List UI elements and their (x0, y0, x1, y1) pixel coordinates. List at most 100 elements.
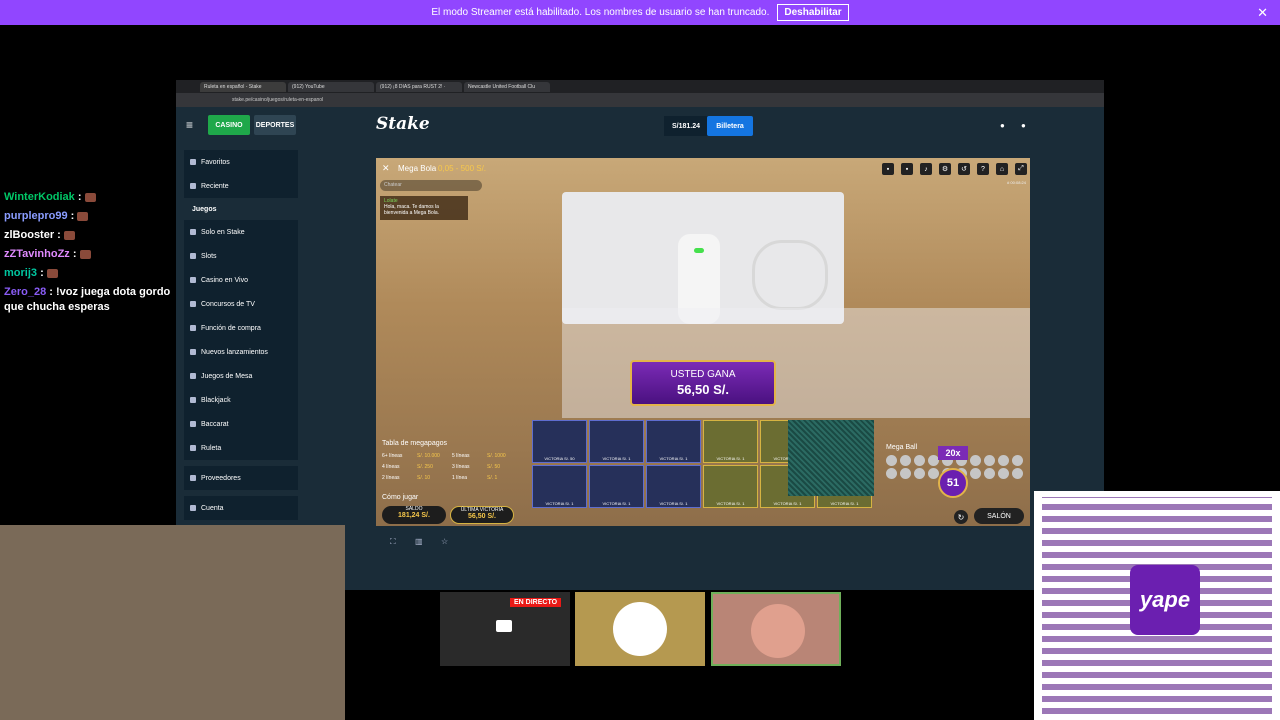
sidebar-item[interactable]: Baccarat (184, 412, 298, 436)
sidebar-item-providers[interactable]: Proveedores (184, 466, 298, 490)
sidebar-item-account[interactable]: Cuenta (184, 496, 298, 520)
game-icon (190, 301, 196, 307)
game-chat-input[interactable]: Chatear (380, 180, 482, 191)
sidebar-item[interactable]: Ruleta (184, 436, 298, 460)
participant-tile[interactable] (575, 592, 705, 666)
how-to-play-link[interactable]: Cómo jugar (382, 494, 418, 501)
sidebar-item[interactable]: Juegos de Mesa (184, 364, 298, 388)
tab-strip: Ruleta en español - Stake (912) YouTube … (176, 80, 1104, 93)
live-badge: EN DIRECTO (510, 598, 562, 607)
chat-overlay: WinterKodiak : purplepro99 : zlBooster :… (0, 188, 186, 317)
balance-pill: SALDO 181,24 S/. (382, 506, 446, 524)
chat-message: purplepro99 : (0, 207, 186, 226)
sidebar-item-label: Solo en Stake (201, 228, 245, 236)
chat-toggle-icon[interactable]: ▪ (882, 163, 894, 175)
participant-tile[interactable] (711, 592, 841, 666)
sidebar-item-label: Juegos de Mesa (201, 372, 253, 380)
sidebar-item-recent[interactable]: Reciente (184, 174, 298, 198)
yape-qr-code: yape (1034, 491, 1280, 720)
game-icon (190, 349, 196, 355)
screen-share-tile[interactable]: EN DIRECTO (440, 592, 570, 666)
bingo-card[interactable]: VICTORIA S/. 1 (646, 420, 701, 463)
chat-user: zlBooster (4, 229, 55, 241)
paytable: Tabla de megapagos 6+ líneas S/. 10.000 5… (382, 440, 522, 486)
paytable-title: Tabla de megapagos (382, 440, 447, 447)
sidebar-item[interactable]: Concursos de TV (184, 292, 298, 316)
win-label: USTED GANA (670, 369, 736, 380)
sidebar-item-label: Concursos de TV (201, 300, 255, 308)
emote-icon (46, 268, 58, 278)
sidebar-item[interactable]: Slots (184, 244, 298, 268)
paytable-lines: 2 líneas (382, 475, 400, 481)
game-header: ✕ Mega Bola 0,05 - 500 S/. ▪ ▪ ♪ ⚙ ↺ ? ⌂… (376, 158, 1030, 180)
refresh-icon[interactable]: ↻ (954, 510, 968, 524)
bingo-card[interactable]: VICTORIA S/. 1 (646, 465, 701, 508)
menu-icon[interactable]: ≡ (186, 118, 193, 132)
theater-icon[interactable]: ⛶ (390, 537, 396, 547)
paytable-payout: S/. 1 (487, 475, 498, 481)
bingo-card[interactable]: VICTORIA S/. 1 (703, 420, 758, 463)
close-icon[interactable]: ✕ (382, 163, 390, 174)
avatar (751, 604, 805, 658)
bet-limits: 0,05 - 500 S/. (438, 164, 487, 173)
wallet-button[interactable]: Billetera (707, 116, 753, 136)
sidebar-item[interactable]: Nuevos lanzamientos (184, 340, 298, 364)
video-icon[interactable]: ▪ (901, 163, 913, 175)
settings-icon[interactable]: ⚙ (939, 163, 951, 175)
game-icon (190, 373, 196, 379)
provider-icon (190, 475, 196, 481)
browser-tab[interactable]: (912) ¡8 DIAS para RUST 2! · (376, 81, 462, 92)
emote-icon (63, 230, 75, 240)
sidebar-item[interactable]: Solo en Stake (184, 220, 298, 244)
win-banner: USTED GANA 56,50 S/. (630, 360, 776, 406)
history-icon[interactable]: ↺ (958, 163, 970, 175)
favorite-star-icon[interactable]: ☆ (441, 537, 448, 546)
browser-tab[interactable]: (912) YouTube (288, 81, 374, 92)
address-bar[interactable]: stake.pe/casino/juegos/ruleta-en-espanol (176, 93, 1104, 107)
bingo-card[interactable]: VICTORIA S/. 1 (589, 420, 644, 463)
browser-tab[interactable]: Ruleta en español - Stake (200, 81, 286, 92)
ball (928, 468, 939, 479)
help-icon[interactable]: ? (977, 163, 989, 175)
stats-icon[interactable]: ▥ (415, 537, 423, 546)
browser-tab[interactable]: Newcastle United Football Clu (464, 81, 550, 92)
star-icon (190, 159, 196, 165)
volume-icon[interactable]: ♪ (920, 163, 932, 175)
ball (984, 468, 995, 479)
user-icon[interactable]: ● (1000, 121, 1005, 130)
sidebar-item[interactable]: Casino en Vivo (184, 268, 298, 292)
sidebar-item[interactable]: Blackjack (184, 388, 298, 412)
sidebar-item-label: Casino en Vivo (201, 276, 248, 284)
balance-display[interactable]: S/181.24 (664, 116, 708, 136)
last-win-pill: ÚLTIMA VICTORIA 56,50 S/. (450, 506, 514, 524)
sidebar-item-favorites[interactable]: Favoritos (184, 150, 298, 174)
chat-icon[interactable]: ● (1021, 121, 1026, 130)
bingo-card[interactable]: VICTORIA S/. 50 (532, 420, 587, 463)
fullscreen-icon[interactable]: ⤢ (1015, 163, 1027, 175)
paytable-payout: S/. 50 (487, 464, 501, 470)
bingo-card[interactable]: VICTORIA S/. 1 (703, 465, 758, 508)
casino-button[interactable]: CASINO (208, 115, 250, 135)
paytable-payout: S/. 10 (417, 475, 431, 481)
lobby-button[interactable]: SALÓN (974, 508, 1024, 524)
sidebar-item-label: Baccarat (201, 420, 229, 428)
ball (970, 468, 981, 479)
lobby-icon[interactable]: ⌂ (996, 163, 1008, 175)
sidebar-item-label: Favoritos (201, 158, 230, 166)
chat-message: Zero_28 : !voz juega dota gordo que chuc… (4, 286, 171, 313)
paytable-lines: 4 líneas (382, 464, 400, 470)
sidebar-item[interactable]: Función de compra (184, 316, 298, 340)
card-label: VICTORIA S/. 1 (716, 456, 745, 461)
game-stream[interactable]: ✕ Mega Bola 0,05 - 500 S/. ▪ ▪ ♪ ⚙ ↺ ? ⌂… (376, 158, 1030, 526)
card-label: VICTORIA S/. 1 (602, 456, 631, 461)
sports-button[interactable]: DEPORTES (254, 115, 296, 135)
sidebar-section-games[interactable]: Juegos (184, 198, 298, 220)
bingo-card[interactable]: VICTORIA S/. 1 (532, 465, 587, 508)
chat-user: morij3 (4, 267, 38, 279)
close-icon[interactable]: ✕ (1257, 5, 1268, 21)
drawn-balls-grid (788, 420, 874, 496)
bingo-card[interactable]: VICTORIA S/. 1 (589, 465, 644, 508)
disable-streamer-mode-button[interactable]: Deshabilitar (777, 4, 849, 21)
stake-logo[interactable]: Stake (376, 114, 430, 134)
sidebar-item-label: Cuenta (201, 504, 224, 512)
